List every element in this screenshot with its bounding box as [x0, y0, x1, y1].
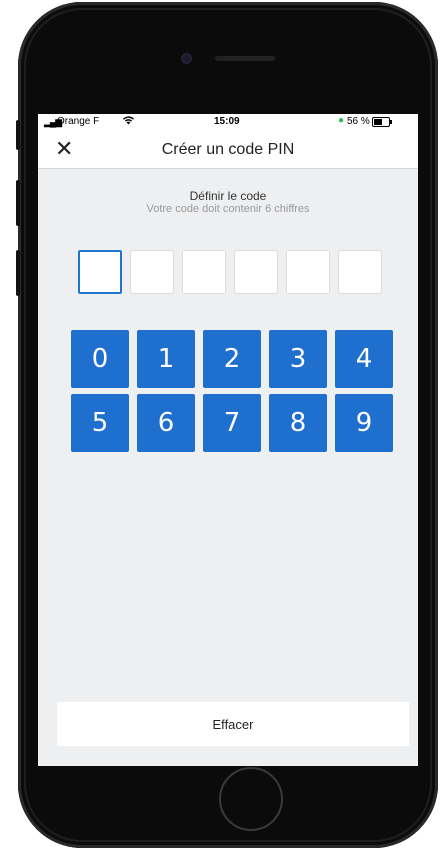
wifi-icon — [122, 115, 135, 128]
keypad-key-6[interactable]: 6 — [137, 394, 195, 452]
keypad-key-9[interactable]: 9 — [335, 394, 393, 452]
page-title: Créer un code PIN — [161, 141, 295, 158]
charging-dot-icon: ● — [338, 115, 345, 126]
pin-title: Définir le code — [189, 189, 267, 203]
pin-digit-box[interactable] — [286, 250, 330, 294]
volume-down-button — [16, 250, 20, 296]
battery-icon — [372, 117, 392, 127]
keypad-key-0[interactable]: 0 — [71, 330, 129, 388]
keypad-key-7[interactable]: 7 — [203, 394, 261, 452]
pin-digit-box[interactable] — [130, 250, 174, 294]
pin-digit-box[interactable] — [234, 250, 278, 294]
pin-digit-box[interactable] — [78, 250, 122, 294]
pin-subtitle: Votre code doit contenir 6 chiffres — [146, 203, 310, 215]
keypad-key-8[interactable]: 8 — [269, 394, 327, 452]
keypad-key-4[interactable]: 4 — [335, 330, 393, 388]
keypad-key-1[interactable]: 1 — [137, 330, 195, 388]
pin-digit-box[interactable] — [338, 250, 382, 294]
app-screen: ▂▄▆ Orange F 15:09 ● 56 % ✕ Créer un cod… — [38, 114, 418, 766]
mute-switch — [16, 120, 20, 150]
keypad-key-3[interactable]: 3 — [269, 330, 327, 388]
keypad-key-2[interactable]: 2 — [203, 330, 261, 388]
status-time: 15:09 — [214, 116, 240, 127]
clear-button[interactable]: Effacer — [57, 702, 409, 746]
front-camera — [181, 53, 192, 64]
earpiece-speaker — [215, 56, 275, 61]
home-button[interactable] — [219, 767, 283, 831]
carrier-name: Orange F — [57, 116, 100, 127]
volume-up-button — [16, 180, 20, 226]
nav-bar: ✕ Créer un code PIN — [38, 130, 418, 169]
status-bar: ▂▄▆ Orange F 15:09 ● 56 % — [38, 114, 418, 130]
pin-digit-box[interactable] — [182, 250, 226, 294]
keypad-key-5[interactable]: 5 — [71, 394, 129, 452]
battery-percent: 56 % — [347, 116, 370, 127]
